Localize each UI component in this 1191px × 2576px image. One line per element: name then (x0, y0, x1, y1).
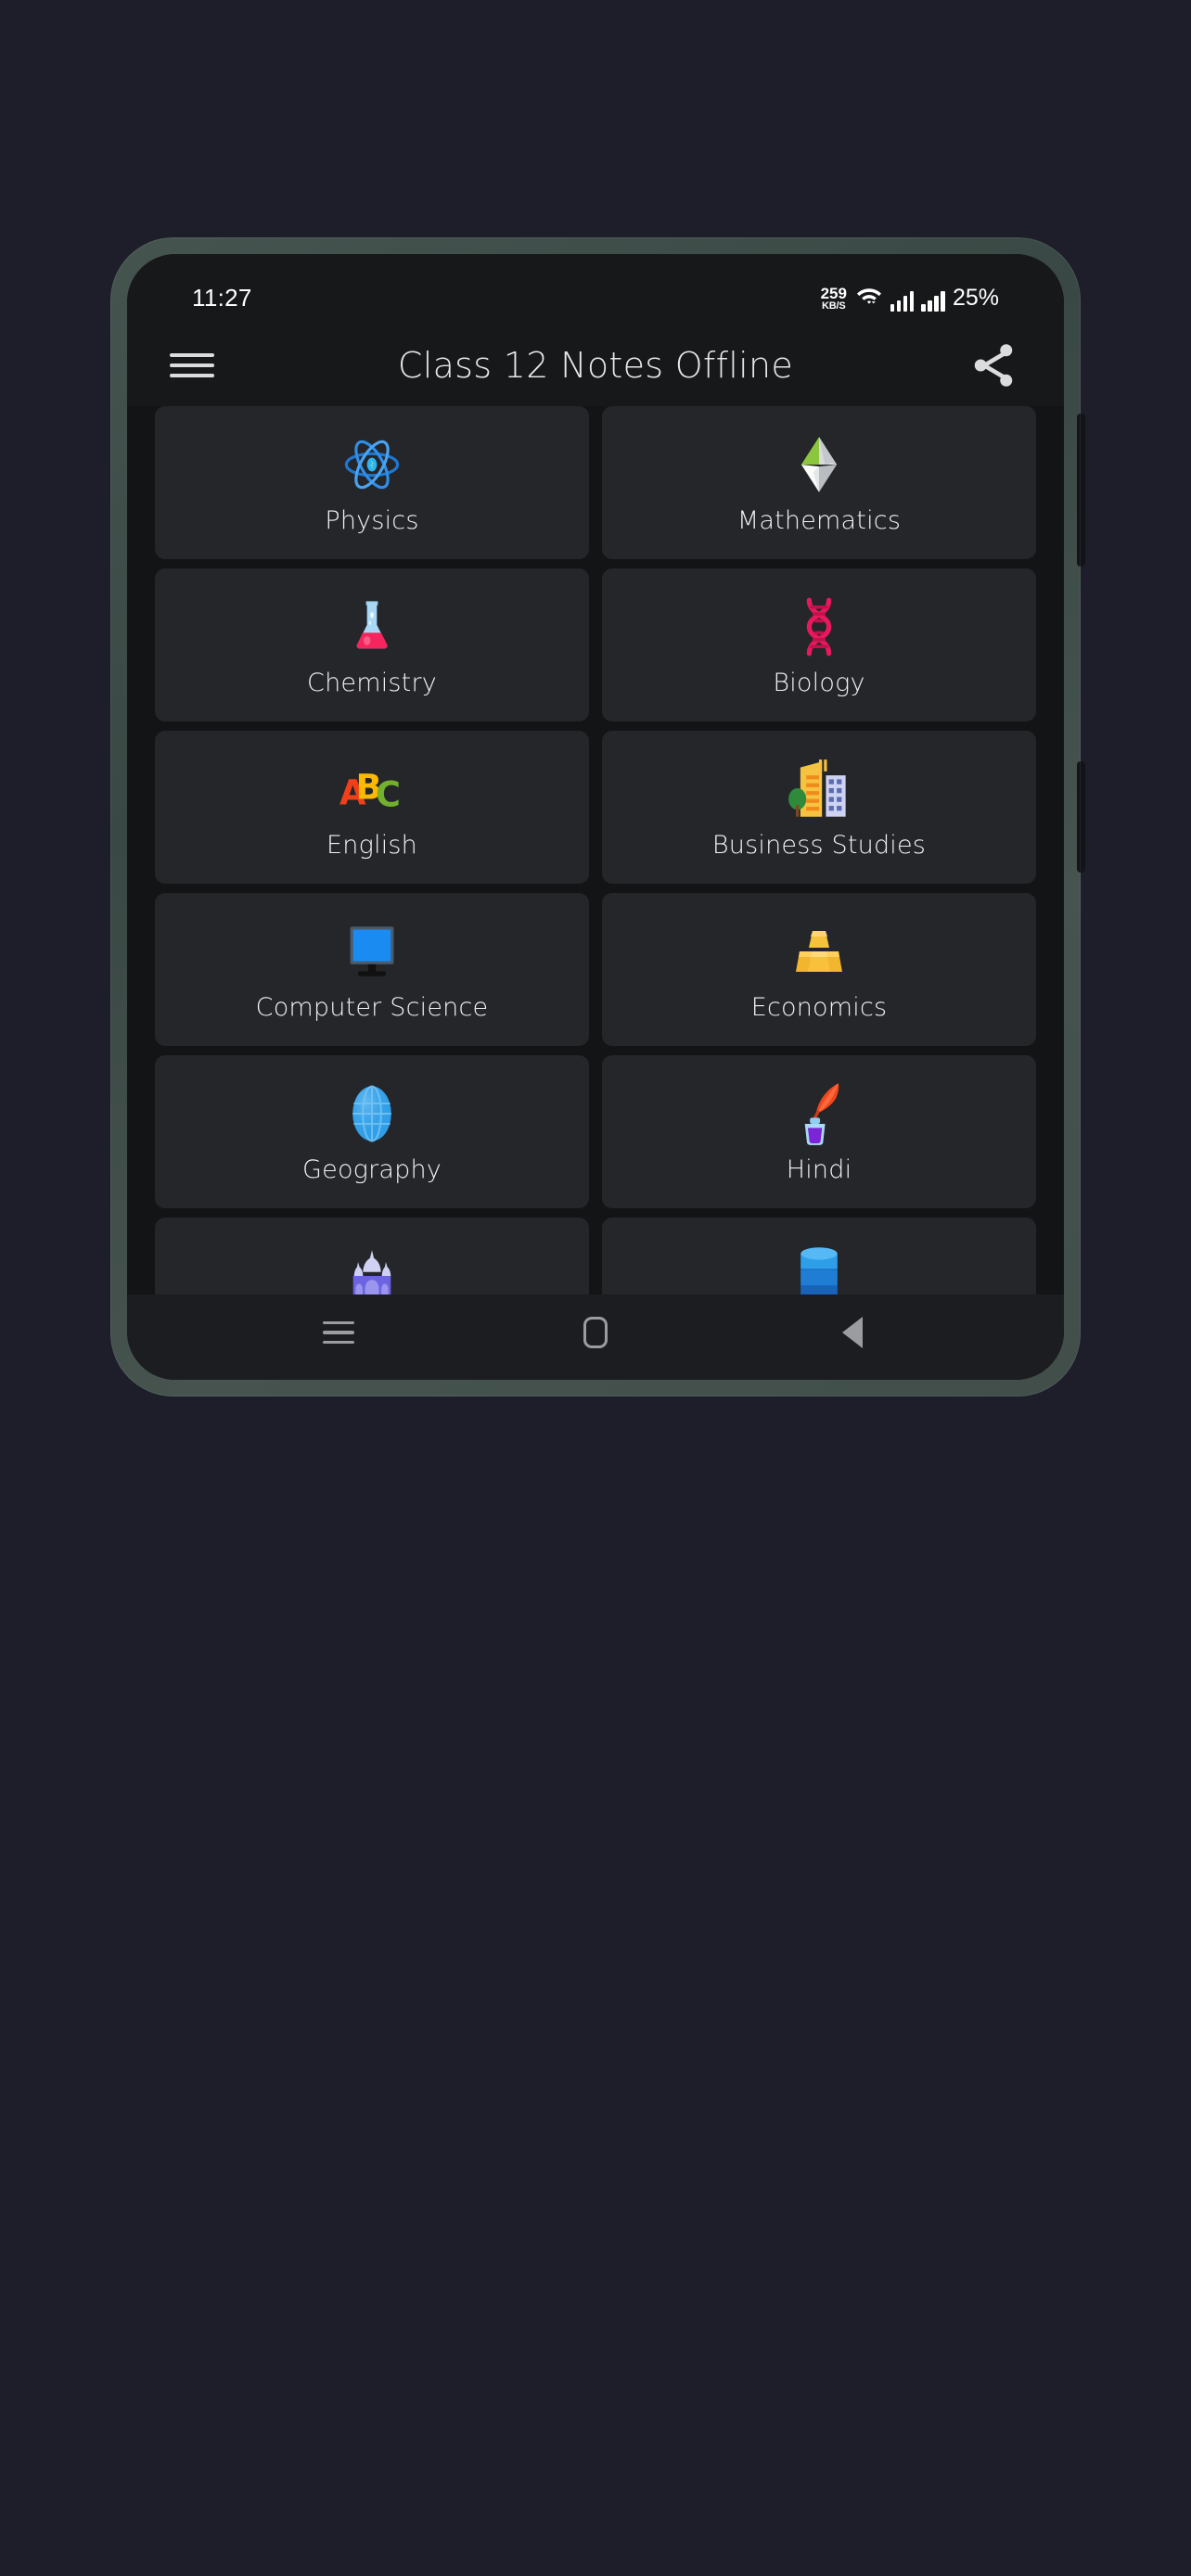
subject-label: English (327, 831, 417, 860)
app-bar: Class 12 Notes Offline (127, 325, 1064, 406)
monitor-icon (338, 917, 406, 986)
status-indicators: 259 KB/S 25% (821, 285, 999, 312)
subject-card-hindi[interactable]: Hindi (602, 1055, 1036, 1208)
abc-letters-icon: A B C (338, 755, 406, 823)
hamburger-menu-icon[interactable] (170, 338, 225, 393)
network-speed-unit: KB/S (822, 300, 846, 312)
subject-card-chemistry[interactable]: Chemistry (155, 568, 589, 721)
flask-icon (338, 593, 406, 661)
status-clock: 11:27 (192, 283, 252, 312)
pyramid-icon (785, 430, 853, 499)
subject-card-geography[interactable]: Geography (155, 1055, 589, 1208)
share-icon[interactable] (966, 338, 1021, 393)
subject-label: Geography (302, 1155, 442, 1184)
network-speed-indicator: 259 KB/S (821, 286, 847, 312)
subject-card-business-studies[interactable]: Business Studies (602, 731, 1036, 884)
subject-card-english[interactable]: A B C English (155, 731, 589, 884)
status-bar: 11:27 259 KB/S 25% (127, 254, 1064, 325)
volume-button[interactable] (1077, 414, 1085, 567)
gold-bars-icon (785, 917, 853, 986)
android-nav-bar (127, 1294, 1064, 1380)
dna-helix-icon (785, 593, 853, 661)
subject-card-computer-science[interactable]: Computer Science (155, 893, 589, 1046)
subject-card-mathematics[interactable]: Mathematics (602, 406, 1036, 559)
back-icon[interactable] (815, 1305, 890, 1360)
phone-frame: 11:27 259 KB/S 25% Class 12 Notes Offlin… (110, 237, 1085, 1396)
signal-bars-icon (890, 290, 915, 312)
recents-icon[interactable] (301, 1305, 376, 1360)
atom-icon (338, 430, 406, 499)
svg-text:C: C (376, 774, 401, 814)
office-buildings-icon (785, 755, 853, 823)
power-button[interactable] (1077, 761, 1085, 873)
page-title: Class 12 Notes Offline (397, 345, 794, 386)
subject-card-physics[interactable]: Physics (155, 406, 589, 559)
subject-label: Chemistry (307, 669, 437, 697)
subject-card-biology[interactable]: Biology (602, 568, 1036, 721)
subject-label: Physics (325, 506, 419, 535)
battery-percentage: 25% (952, 284, 999, 311)
subject-card-economics[interactable]: Economics (602, 893, 1036, 1046)
subject-label: Business Studies (711, 831, 927, 860)
wifi-icon (855, 285, 883, 312)
subject-grid: Physics Mathematics Chemistry Biology A … (127, 406, 1064, 1380)
globe-icon (338, 1079, 406, 1148)
home-icon[interactable] (558, 1305, 633, 1360)
signal-bars-icon (921, 290, 945, 312)
subject-label: Computer Science (255, 993, 489, 1022)
subject-label: Hindi (786, 1155, 852, 1184)
subject-label: Biology (773, 669, 865, 697)
quill-inkpot-icon (785, 1079, 853, 1148)
subject-label: Economics (750, 993, 888, 1022)
network-speed-value: 259 (820, 284, 847, 302)
phone-screen: 11:27 259 KB/S 25% Class 12 Notes Offlin… (127, 254, 1064, 1380)
subject-label: Mathematics (736, 506, 902, 535)
